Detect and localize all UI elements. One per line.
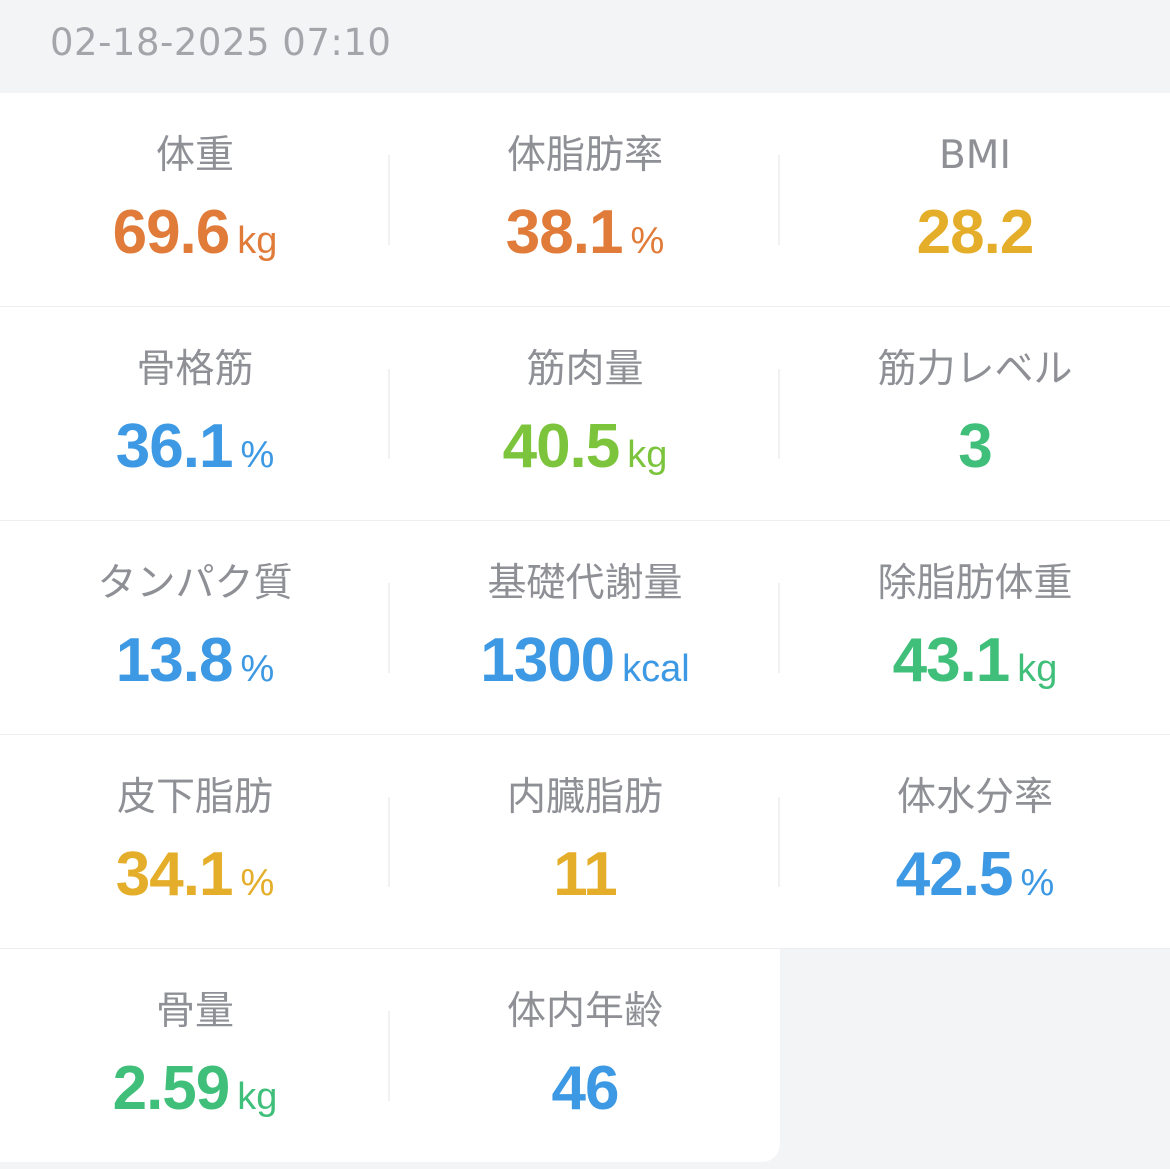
metric-label: 体重 — [155, 133, 234, 178]
metric-label: 体脂肪率 — [506, 133, 663, 178]
metric-label: 除脂肪体重 — [877, 561, 1073, 606]
metrics-row: 骨量 2.59 kg 体内年齢 46 — [0, 949, 780, 1162]
metric-value-group: 36.1% — [0, 407, 390, 487]
metric-label: 筋肉量 — [526, 347, 644, 392]
metric-value: 28.2 — [916, 198, 1035, 267]
metric-card-body-age[interactable]: 体内年齢 46 — [390, 949, 780, 1162]
metric-value: 13.8 — [115, 626, 234, 695]
metric-label: 内臓脂肪 — [506, 775, 663, 820]
metric-label: 筋力レベル — [877, 347, 1073, 392]
metric-unit: kcal — [622, 648, 690, 690]
metric-card-visceral-fat[interactable]: 内臓脂肪 11 — [390, 735, 780, 948]
metrics-row: 皮下脂肪 34.1% 内臓脂肪 11 体水分率 42.5% — [0, 735, 1170, 949]
metric-card-body-water[interactable]: 体水分率 42.5% — [780, 735, 1170, 948]
metric-label: 皮下脂肪 — [116, 775, 273, 820]
metric-value: 11 — [553, 840, 618, 909]
metric-label: 体内年齢 — [506, 989, 663, 1034]
metric-value-group: 13.8% — [0, 621, 390, 701]
metric-unit: kg — [237, 220, 278, 262]
metric-card-weight[interactable]: 体重 69.6 kg — [0, 93, 390, 306]
metric-value: 42.5 — [895, 840, 1014, 909]
metric-value: 3 — [958, 412, 992, 481]
metric-value-group: 1300 kcal — [390, 621, 780, 701]
metric-value: 38.1 — [505, 198, 624, 267]
metric-value-group: 40.5 kg — [390, 407, 780, 487]
metric-value: 69.6 — [112, 198, 231, 267]
metric-card-body-fat[interactable]: 体脂肪率 38.1% — [390, 93, 780, 306]
metric-label: タンパク質 — [97, 561, 293, 606]
metrics-row: タンパク質 13.8% 基礎代謝量 1300 kcal 除脂肪体重 43.1 kg — [0, 521, 1170, 735]
metric-value-group: 43.1 kg — [780, 621, 1170, 701]
metric-unit: % — [1020, 862, 1055, 904]
metric-value-group: 3 — [780, 407, 1170, 487]
metric-card-bmr[interactable]: 基礎代謝量 1300 kcal — [390, 521, 780, 734]
metric-value-group: 34.1% — [0, 835, 390, 915]
metric-value: 43.1 — [892, 626, 1011, 695]
measurement-timestamp: 02-18-2025 07:10 — [50, 21, 392, 64]
metric-value: 36.1 — [115, 412, 234, 481]
metric-card-protein[interactable]: タンパク質 13.8% — [0, 521, 390, 734]
metric-label: 骨格筋 — [136, 347, 254, 392]
metric-unit: % — [240, 648, 275, 690]
metric-value-group: 46 — [390, 1049, 780, 1129]
metrics-row: 体重 69.6 kg 体脂肪率 38.1% BMI 28.2 — [0, 93, 1170, 307]
metric-label: 基礎代謝量 — [487, 561, 683, 606]
metric-value-group: 28.2 — [780, 193, 1170, 273]
metric-card-subcutaneous-fat[interactable]: 皮下脂肪 34.1% — [0, 735, 390, 948]
metrics-row: 骨格筋 36.1% 筋肉量 40.5 kg 筋力レベル 3 — [0, 307, 1170, 521]
metrics-grid: 体重 69.6kg 体脂肪率 38.1% BMI 28.2 骨格筋 36.1% — [0, 93, 1170, 1162]
metric-label: 骨量 — [155, 989, 234, 1034]
metric-label: 体水分率 — [896, 775, 1053, 820]
metric-card-bone-mass[interactable]: 骨量 2.59 kg — [0, 949, 390, 1162]
metric-card-bmi[interactable]: BMI 28.2 — [780, 93, 1170, 306]
metric-card-muscle-level[interactable]: 筋力レベル 3 — [780, 307, 1170, 520]
metric-value-group: 2.59 kg — [0, 1049, 390, 1129]
metric-value: 40.5 — [502, 412, 621, 481]
metric-card-lean-mass[interactable]: 除脂肪体重 43.1 kg — [780, 521, 1170, 734]
metric-card-skeletal-muscle[interactable]: 骨格筋 36.1% — [0, 307, 390, 520]
metric-card-muscle-mass[interactable]: 筋肉量 40.5 kg — [390, 307, 780, 520]
metric-value-group: 11 — [390, 835, 780, 915]
metric-unit: % — [240, 862, 275, 904]
metric-value-group: 69.6 kg — [0, 193, 390, 273]
metric-value-group: 38.1% — [390, 193, 780, 273]
metric-value: 1300 — [480, 626, 615, 695]
metric-unit: % — [240, 434, 275, 476]
metric-unit: kg — [237, 1076, 278, 1118]
metric-unit: kg — [627, 434, 668, 476]
metric-value-group: 42.5% — [780, 835, 1170, 915]
metric-label: BMI — [939, 133, 1011, 178]
metric-unit: kg — [1017, 648, 1058, 690]
metric-value: 2.59 — [112, 1054, 231, 1123]
metric-value: 46 — [551, 1054, 620, 1123]
metric-value: 34.1 — [115, 840, 234, 909]
metric-unit: % — [630, 220, 665, 262]
